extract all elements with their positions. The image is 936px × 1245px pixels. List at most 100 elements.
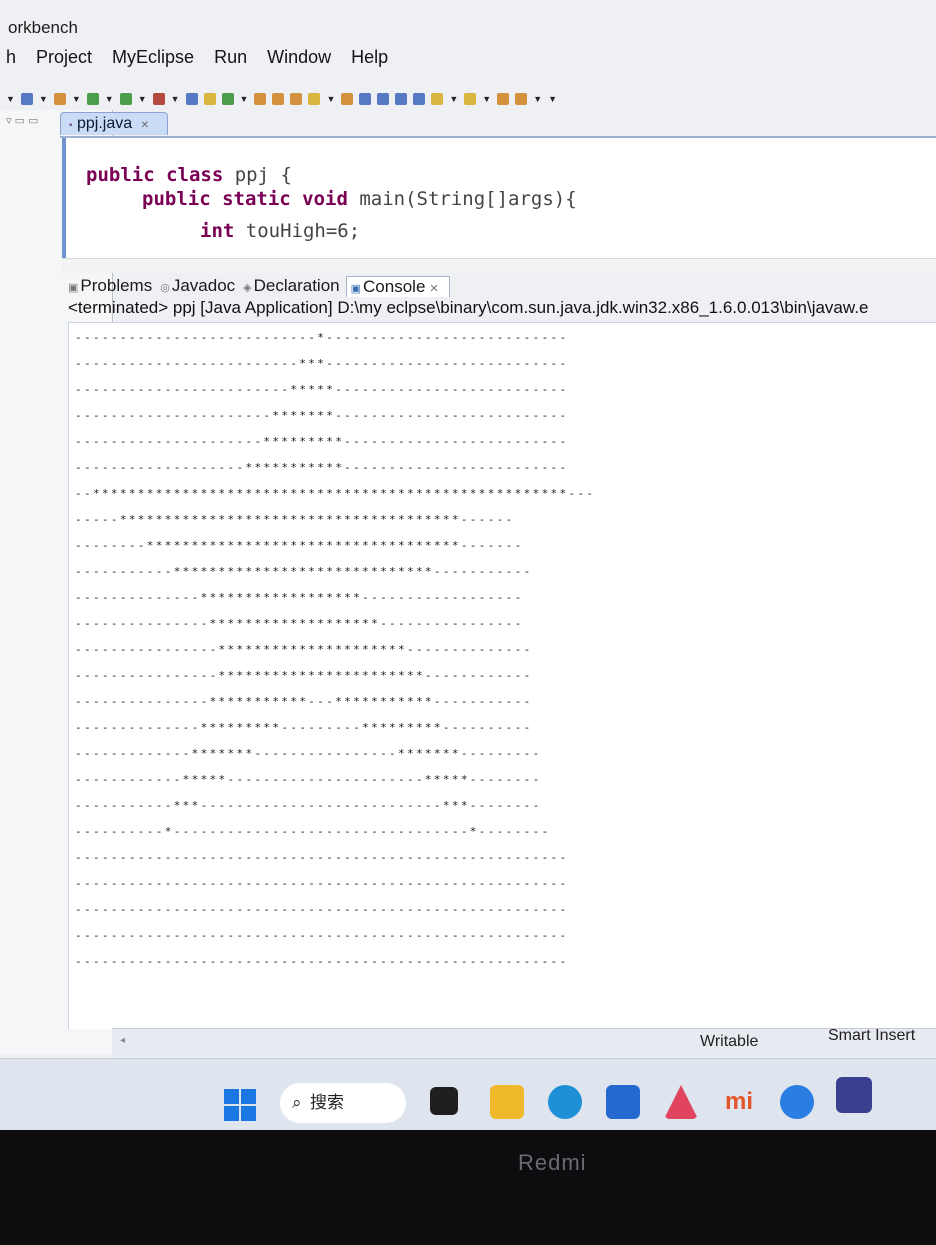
console-line: ----------------***********************-… [75, 669, 533, 682]
console-line: --------********************************… [75, 539, 524, 552]
store-icon[interactable] [606, 1085, 640, 1119]
run-external-icon[interactable] [119, 93, 132, 105]
dropdown-arrow-icon[interactable]: ▼ [105, 94, 114, 104]
console-line: ------------*****----------------------*… [75, 773, 542, 786]
new-class-icon[interactable] [152, 93, 165, 105]
debug-icon[interactable] [53, 93, 66, 105]
toggle-mark-icon[interactable] [377, 93, 390, 105]
editor-tab-label: ppj.java [77, 115, 133, 132]
close-icon[interactable]: ✕ [429, 283, 438, 295]
dropdown-arrow-icon[interactable]: ▼ [171, 94, 180, 104]
dropdown-arrow-icon[interactable]: ▼ [482, 94, 491, 104]
taskbar-search-label: 搜索 [310, 1093, 344, 1112]
code-line-3: int touHigh=6; [200, 220, 360, 242]
tab-label: Problems [80, 276, 153, 295]
console-line: ----------------------*******-----------… [75, 409, 569, 422]
dropdown-arrow-icon[interactable]: ▼ [533, 94, 542, 104]
deploy-icon[interactable] [185, 93, 198, 105]
tab-declaration[interactable]: ◈ Declaration [241, 276, 341, 296]
tab-label: Declaration [253, 276, 340, 295]
open-type-icon[interactable] [341, 93, 354, 105]
dropdown-arrow-icon[interactable]: ▼ [138, 94, 147, 104]
console-icon: ▣ [350, 282, 362, 295]
javadoc-icon: ◎ [160, 282, 170, 294]
taskbar-search[interactable]: ⌕ 搜索 [280, 1083, 406, 1123]
tab-console[interactable]: ▣ Console ✕ [345, 275, 450, 297]
console-line: ----------------------------------------… [75, 929, 569, 942]
myeclipse-icon[interactable] [836, 1077, 872, 1113]
dropdown-arrow-icon[interactable]: ▼ [39, 94, 48, 104]
menu-item-run[interactable]: Run [204, 47, 257, 68]
console-line: --------------******************--------… [75, 591, 524, 604]
menu-item-window[interactable]: Window [257, 47, 341, 68]
new-icon[interactable] [20, 93, 33, 105]
server-icon[interactable] [203, 93, 216, 105]
dropdown-arrow-icon[interactable]: ▼ [449, 94, 458, 104]
code-keyword: public class [86, 164, 224, 186]
console-line: ----------------*********************---… [75, 643, 533, 656]
server-start-icon[interactable] [221, 93, 234, 105]
console-line: --**************************************… [75, 487, 596, 500]
console-line: -------------*******----------------****… [75, 747, 542, 760]
search-icon[interactable] [359, 93, 372, 105]
code-editor[interactable]: public class ppj { public static void ma… [62, 138, 936, 258]
problems-icon: ▣ [68, 282, 79, 294]
menu-item-search[interactable]: h [0, 47, 26, 68]
window-title: orkbench [8, 18, 78, 37]
app-icon[interactable] [664, 1085, 698, 1119]
code-line-1: public class ppj { [86, 164, 292, 186]
file-explorer-icon[interactable] [490, 1085, 524, 1119]
minimize-maximize-icon[interactable]: ▿ ▭ ▭ [6, 114, 38, 127]
code-text: main(String[]args){ [347, 188, 577, 210]
toolbar: ▼ ▼ ▼ ▼ ▼ ▼ ▼ ▼ ▼ ▼ ▼ ▼ [6, 88, 726, 110]
annotation-next-icon[interactable] [431, 93, 444, 105]
editor-horizontal-scrollbar[interactable] [62, 258, 936, 273]
editor-tab-ppj[interactable]: ▪ ppj.java ✕ [60, 112, 168, 135]
edge-browser-icon[interactable] [548, 1085, 582, 1119]
console-line: -----***********************************… [75, 513, 515, 526]
dropdown-arrow-icon[interactable]: ▼ [548, 94, 557, 104]
pencil-icon[interactable] [308, 93, 321, 105]
console-line: -----------***--------------------------… [75, 799, 542, 812]
mi-icon[interactable]: mi [722, 1085, 756, 1119]
console-line: ----------------------------------------… [75, 877, 569, 890]
windows-start-icon[interactable] [224, 1089, 256, 1121]
editor-tab-row: ▪ ppj.java ✕ [60, 112, 936, 138]
package-icon[interactable] [290, 93, 303, 105]
dropdown-arrow-icon[interactable]: ▼ [326, 94, 335, 104]
device-brand-label: Redmi [518, 1150, 587, 1175]
task-view-icon[interactable] [430, 1087, 458, 1115]
search-icon: ⌕ [292, 1093, 302, 1112]
dropdown-arrow-icon[interactable]: ▼ [6, 94, 15, 104]
dropdown-arrow-icon[interactable]: ▼ [240, 94, 249, 104]
package-icon[interactable] [272, 93, 285, 105]
console-line: ---------------------------*------------… [75, 331, 569, 344]
status-left-indicator: ◂ [120, 1035, 126, 1046]
whitespace-icon[interactable] [413, 93, 426, 105]
block-selection-icon[interactable] [395, 93, 408, 105]
dropdown-arrow-icon[interactable]: ▼ [72, 94, 81, 104]
remote-app-icon[interactable] [780, 1085, 814, 1119]
console-line: ----------*-----------------------------… [75, 825, 551, 838]
console-line: ---------------------*********----------… [75, 435, 569, 448]
console-output[interactable]: ---------------------------*------------… [68, 322, 936, 1029]
forward-icon[interactable] [515, 93, 528, 105]
close-icon[interactable]: ✕ [141, 120, 149, 131]
console-line: ----------------------------------------… [75, 955, 569, 968]
tab-label: Javadoc [171, 276, 236, 295]
console-line: --------------*********---------********… [75, 721, 533, 734]
annotation-prev-icon[interactable] [464, 93, 477, 105]
menu-item-help[interactable]: Help [341, 47, 398, 68]
package-icon[interactable] [254, 93, 267, 105]
run-icon[interactable] [86, 93, 99, 105]
back-icon[interactable] [497, 93, 510, 105]
tab-javadoc[interactable]: ◎ Javadoc [158, 276, 237, 296]
tab-problems[interactable]: ▣ Problems [66, 276, 154, 296]
screen: orkbench h Project MyEclipse Run Window … [0, 0, 936, 1130]
console-line: -------------------------***------------… [75, 357, 569, 370]
menu-bar: h Project MyEclipse Run Window Help [0, 40, 936, 74]
menu-item-project[interactable]: Project [26, 47, 102, 68]
menu-item-myeclipse[interactable]: MyEclipse [102, 47, 204, 68]
code-keyword: public static void [142, 188, 348, 210]
code-line-2: public static void main(String[]args){ [142, 188, 577, 210]
